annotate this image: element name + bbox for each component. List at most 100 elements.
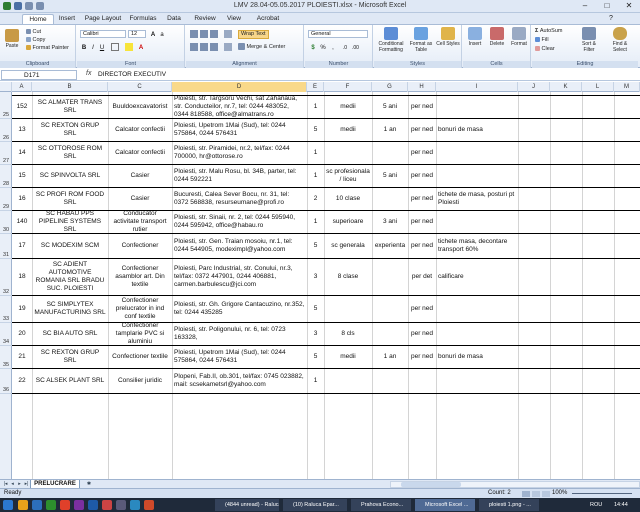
cell-f[interactable]: medii: [324, 346, 372, 368]
tab-view[interactable]: View: [224, 14, 244, 24]
wrap-text-button[interactable]: Wrap Text: [238, 30, 269, 39]
column-header-h[interactable]: H: [408, 82, 436, 92]
cell-d[interactable]: Ploiesti, Upetrom 1Mai (Sud), tel: 0244 …: [172, 346, 307, 368]
table-row[interactable]: 152 SC ALMATER TRANS SRL Buuldoexcavatoris…: [12, 96, 640, 119]
paste-button[interactable]: Paste: [3, 29, 21, 49]
cell-g[interactable]: 1 an: [372, 119, 408, 141]
acrobat-icon[interactable]: [102, 500, 112, 510]
app-icon[interactable]: [116, 500, 126, 510]
cell-d[interactable]: Ploiesti, str. Sinaii, nr. 2, tel: 0244 …: [172, 211, 307, 233]
cell-e[interactable]: 1: [307, 211, 324, 233]
file-explorer-icon[interactable]: [18, 500, 28, 510]
cell-f[interactable]: [324, 369, 372, 393]
start-icon[interactable]: [3, 500, 13, 510]
cell-g[interactable]: 5 ani: [372, 165, 408, 187]
maximize-button[interactable]: □: [596, 0, 618, 12]
horizontal-scrollbar[interactable]: [390, 481, 640, 488]
cell-i[interactable]: tichete masa, decontare transport 60%: [436, 234, 518, 258]
cell-i[interactable]: [436, 296, 518, 322]
language-indicator[interactable]: ROU: [588, 499, 612, 511]
cell-d[interactable]: Bucuresti, Calea Sever Bocu, nr. 31, tel…: [172, 188, 307, 210]
cell-c[interactable]: Confectioner textile: [108, 346, 172, 368]
cell-e[interactable]: 2: [307, 188, 324, 210]
cell-a[interactable]: 140: [12, 211, 32, 233]
cell-f[interactable]: 10 clase: [324, 188, 372, 210]
tab-page-layout[interactable]: Page Layout: [84, 14, 122, 24]
column-header-j[interactable]: J: [518, 82, 550, 92]
cell-c[interactable]: Confectioner prelucrator in ind conf tex…: [108, 296, 172, 322]
tab-data[interactable]: Data: [164, 14, 184, 24]
ie-icon[interactable]: [32, 500, 42, 510]
cell-a[interactable]: 21: [12, 346, 32, 368]
cell-h[interactable]: per ned: [408, 188, 436, 210]
column-header-d[interactable]: D: [172, 82, 307, 92]
autosum-button[interactable]: Σ AutoSum: [535, 28, 562, 35]
cell-b[interactable]: SC REXTON GRUP SRL: [32, 346, 108, 368]
zoom-level[interactable]: 100%: [552, 489, 567, 498]
format-painter-button[interactable]: Format Painter: [26, 45, 69, 52]
borders-icon[interactable]: [111, 43, 119, 51]
cell-a[interactable]: 22: [12, 369, 32, 393]
row-header[interactable]: 33: [0, 296, 12, 323]
column-header-g[interactable]: G: [372, 82, 408, 92]
cell-c[interactable]: Confectioner: [108, 234, 172, 258]
powerpoint-icon[interactable]: [144, 500, 154, 510]
cell-g[interactable]: [372, 142, 408, 164]
cell-c[interactable]: Conducator activitate transport rutier: [108, 211, 172, 233]
orientation-icon[interactable]: [224, 30, 232, 38]
align-right-icon[interactable]: [210, 43, 218, 51]
tab-acrobat[interactable]: Acrobat: [254, 14, 282, 24]
cell-a[interactable]: 15: [12, 165, 32, 187]
onenote-icon[interactable]: [74, 500, 84, 510]
zoom-slider[interactable]: [572, 493, 632, 494]
cell-c[interactable]: Calcator confectii: [108, 119, 172, 141]
cell-h[interactable]: per ned: [408, 165, 436, 187]
cell-h[interactable]: per ned: [408, 142, 436, 164]
cell-b[interactable]: SC ALSEK PLANT SRL: [32, 369, 108, 393]
table-row[interactable]: 20 SC BIA AUTO SRL Confectioner tamplarie …: [12, 323, 640, 346]
name-box[interactable]: D171: [1, 70, 77, 80]
format-as-table-button[interactable]: Format as Table: [408, 27, 434, 53]
minimize-button[interactable]: –: [574, 0, 596, 12]
cell-c[interactable]: Confectioner asamblor art. Din textile: [108, 259, 172, 295]
cell-i[interactable]: bonuri de masa: [436, 346, 518, 368]
cell-i[interactable]: bonuri de masa: [436, 119, 518, 141]
outlook-icon[interactable]: [130, 500, 140, 510]
cell-a[interactable]: 19: [12, 296, 32, 322]
help-icon[interactable]: ?: [606, 14, 616, 24]
cell-b[interactable]: SC REXTON GRUP SRL: [32, 119, 108, 141]
insert-cells-button[interactable]: Insert: [465, 27, 485, 47]
tab-review[interactable]: Review: [192, 14, 218, 24]
row-header[interactable]: 27: [0, 142, 12, 165]
decrease-decimal-icon[interactable]: .00: [351, 43, 359, 51]
cell-g[interactable]: [372, 296, 408, 322]
taskbar-item-paint[interactable]: ploiesti 1.png - ...: [479, 499, 539, 511]
cell-f[interactable]: 8 clase: [324, 259, 372, 295]
cell-h[interactable]: per ned: [408, 234, 436, 258]
row-header[interactable]: 36: [0, 369, 12, 394]
page-break-view-icon[interactable]: [542, 491, 550, 497]
cell-i[interactable]: [436, 323, 518, 345]
sort-filter-button[interactable]: Sort & Filter: [576, 27, 602, 53]
chrome-icon[interactable]: [60, 500, 70, 510]
cell-a[interactable]: 18: [12, 259, 32, 295]
excel-taskbar-icon[interactable]: [46, 500, 56, 510]
cell-g[interactable]: [372, 369, 408, 393]
cell-h[interactable]: per ned: [408, 96, 436, 118]
column-header-l[interactable]: L: [582, 82, 614, 92]
cell-e[interactable]: 1: [307, 96, 324, 118]
table-row[interactable]: 18 SC ADIENT AUTOMOTIVE ROMANIA SRL BRADU…: [12, 259, 640, 296]
table-row[interactable]: 14 SC OTTOROSE ROM SRL Calcator confectii P…: [12, 142, 640, 165]
copy-button[interactable]: Copy: [26, 37, 45, 44]
cell-i[interactable]: [436, 165, 518, 187]
grow-font-icon[interactable]: A: [149, 30, 157, 38]
cell-c[interactable]: Consilier juridic: [108, 369, 172, 393]
underline-icon[interactable]: U: [98, 43, 106, 51]
cell-i[interactable]: [436, 369, 518, 393]
cell-styles-button[interactable]: Cell Styles: [436, 27, 460, 47]
cell-b[interactable]: SC SIMPLYTEX MANUFACTURING SRL: [32, 296, 108, 322]
cell-d[interactable]: Ploiesti, str. Gen. Traian mosoiu, nr.1,…: [172, 234, 307, 258]
row-header[interactable]: 30: [0, 211, 12, 234]
cut-button[interactable]: Cut: [26, 29, 41, 36]
cell-d[interactable]: Ploiesti, str. Malu Rosu, bl. 34B, parte…: [172, 165, 307, 187]
